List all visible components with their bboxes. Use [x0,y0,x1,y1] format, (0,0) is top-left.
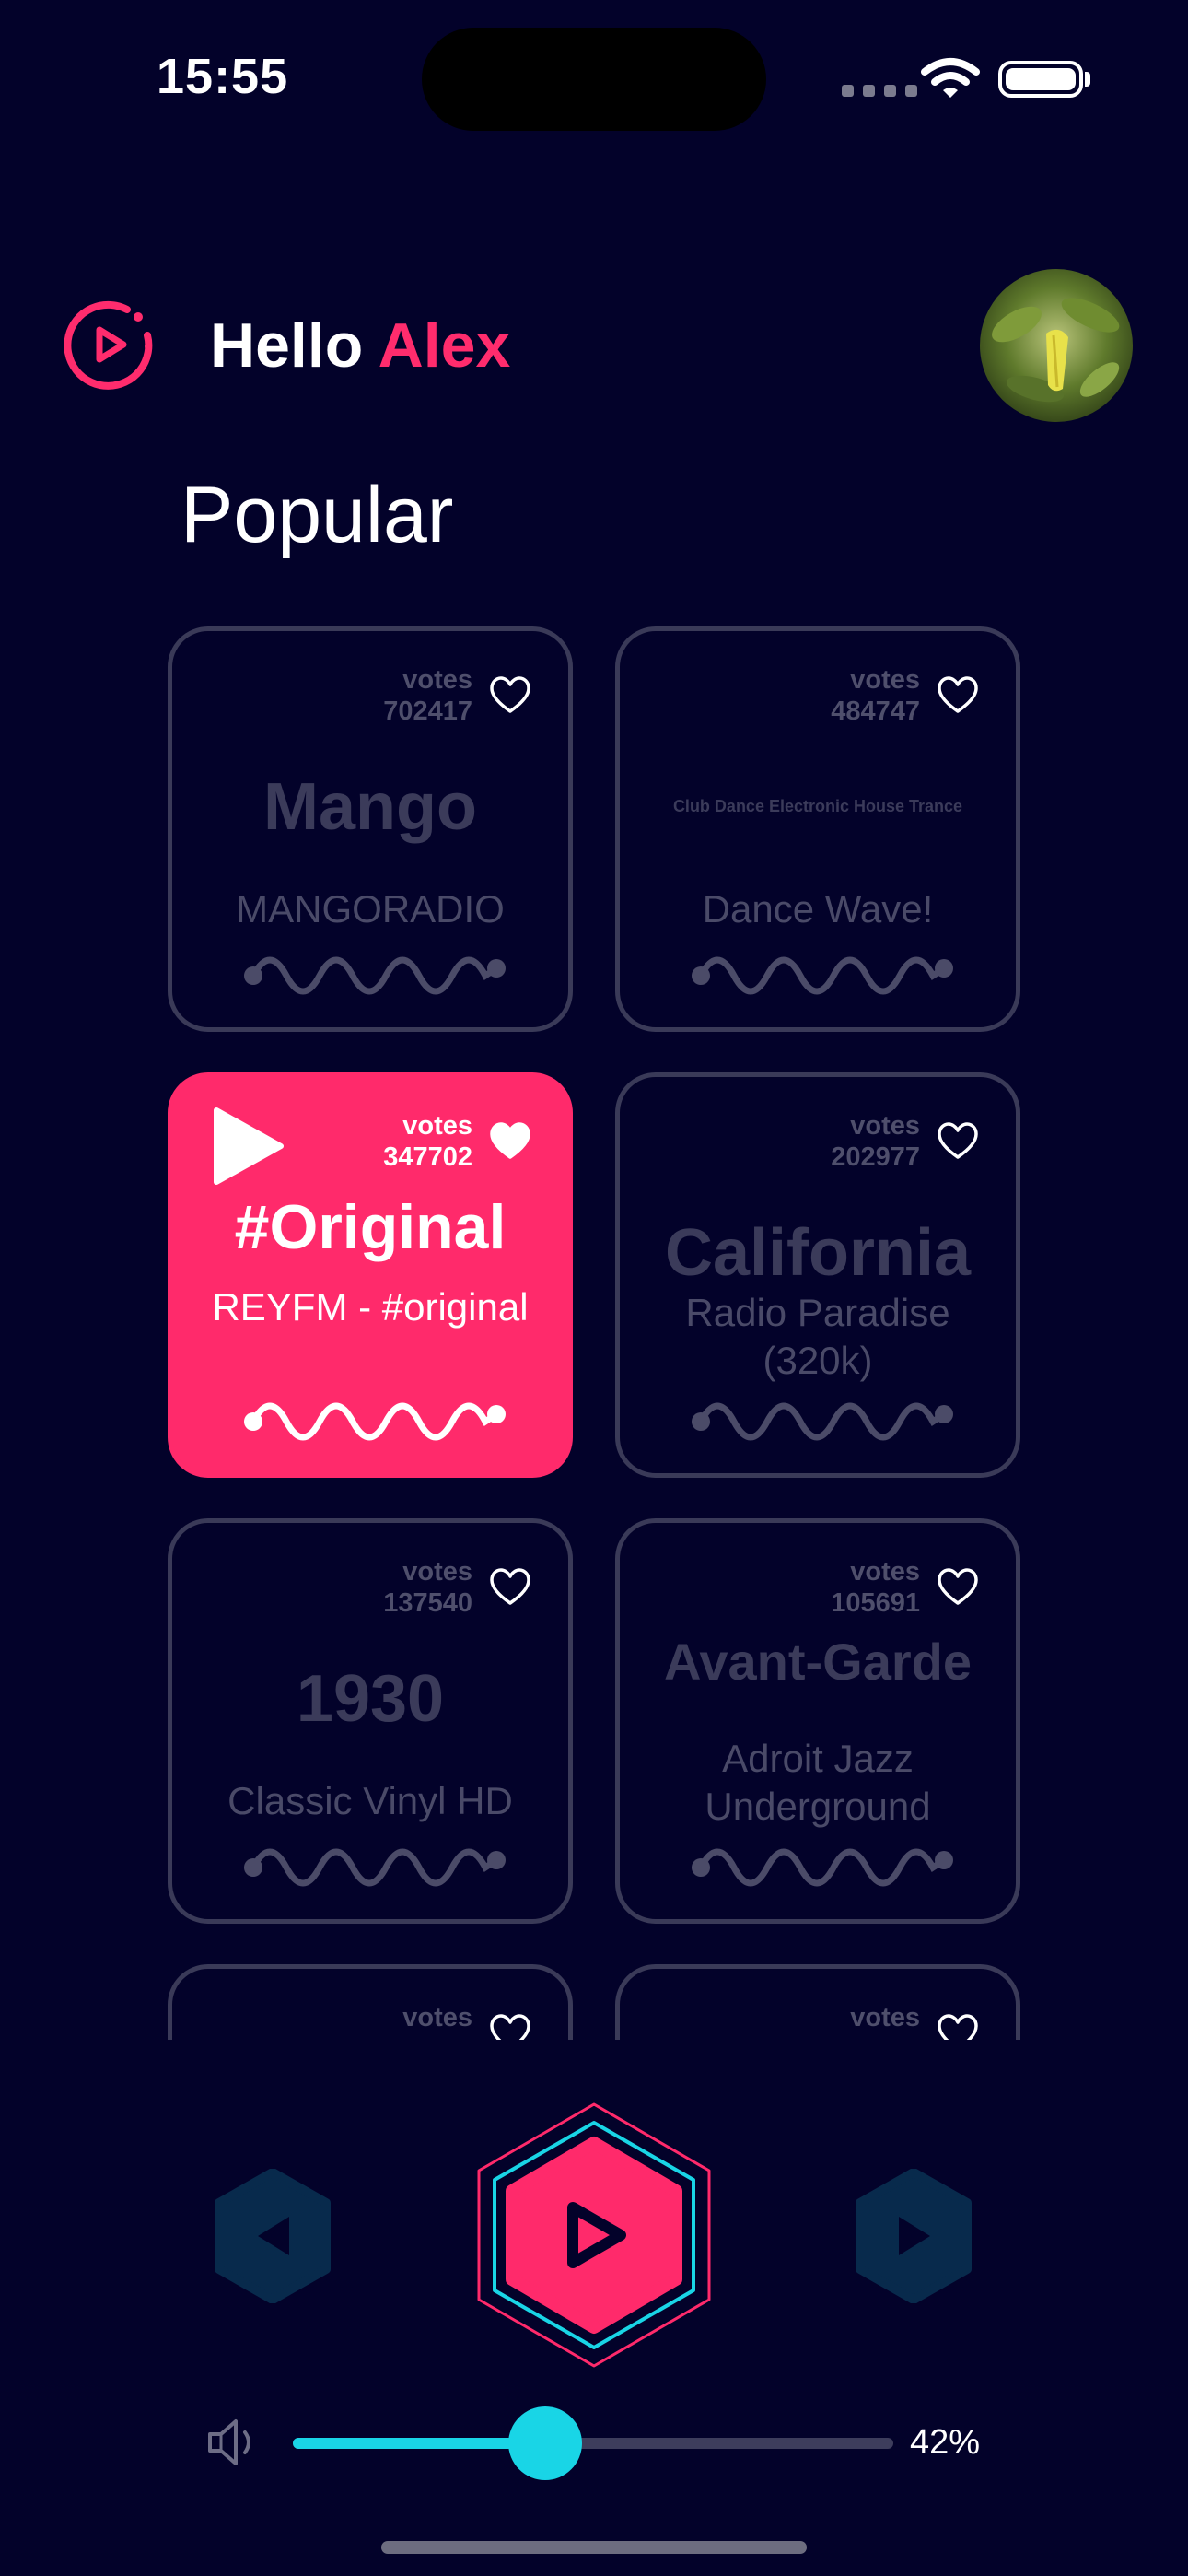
battery-tip [1085,72,1090,87]
votes-count: votes 202977 [831,1111,920,1172]
volume-percentage: 42% [910,2423,981,2462]
station-name: Classic Vinyl HD [227,1779,513,1822]
station-grid: votes 702417 Mango MANGORADIO votes 484747 Clu… [0,626,1188,2040]
station-card[interactable]: votes 137540 1930 Classic Vinyl HD [168,1518,573,1924]
user-name: Alex [378,310,511,381]
play-icon[interactable] [209,1105,286,1188]
station-name: Dance Wave! [702,887,934,931]
station-card[interactable]: votes 202977 California Radio Paradise (320… [615,1072,1020,1478]
station-name: MANGORADIO [236,887,505,931]
votes-count: votes 347702 [383,1111,472,1172]
cellular-signal-icon [842,85,917,97]
waveform-icon [692,1848,953,1887]
station-name: Adroit Jazz Underground [705,1737,931,1828]
volume-slider-fill [293,2438,545,2449]
previous-button[interactable] [212,2169,333,2303]
wifi-icon [921,58,980,98]
dynamic-island [422,28,766,131]
station-genre: Avant-Garde [663,1633,972,1691]
station-name: Radio Paradise (320k) [685,1291,950,1382]
waveform-icon [244,956,506,995]
waveform-icon [692,956,953,995]
station-genre: 1930 [296,1662,445,1736]
station-genre: #Original [234,1192,507,1262]
greeting-text: Hello Alex [210,310,510,381]
votes-count: votes 702417 [383,665,472,726]
next-button[interactable] [853,2169,974,2303]
votes-count: votes [402,2003,472,2032]
heart-icon[interactable] [489,675,531,714]
station-genre: Mango [263,770,477,844]
greeting-word: Hello [210,310,364,381]
votes-count: votes 105691 [831,1557,920,1618]
votes-count: votes 484747 [831,665,920,726]
speaker-icon[interactable] [204,2416,260,2469]
station-name: REYFM - #original [212,1285,529,1329]
heart-icon[interactable] [937,675,979,714]
station-card[interactable]: votes 105691 Avant-Garde Adroit Jazz Underg… [615,1518,1020,1924]
heart-icon[interactable] [937,1567,979,1606]
home-indicator [381,2541,807,2554]
station-card[interactable]: votes 484747 Club Dance Electronic House T… [615,626,1020,1032]
waveform-icon [244,1848,506,1887]
heart-icon[interactable] [937,1121,979,1160]
avatar-photo [980,269,1133,422]
votes-count: votes [850,2003,920,2032]
waveform-icon [692,1402,953,1441]
station-card[interactable]: votes 702417 Mango MANGORADIO [168,626,573,1032]
section-title: Popular [181,471,454,559]
station-card[interactable]: votes [615,1964,1020,2040]
heart-icon[interactable] [489,2013,531,2040]
station-card[interactable]: votes 347702 #Original REYFM - #original [168,1072,573,1478]
play-button[interactable] [470,2099,718,2371]
avatar[interactable] [980,269,1133,422]
volume-slider-knob[interactable] [507,2406,582,2480]
waveform-icon [244,1402,506,1441]
station-genre: California [664,1216,972,1290]
station-genre: Club Dance Electronic House Trance [672,797,963,815]
votes-count: votes 137540 [383,1557,472,1618]
battery-icon [998,61,1083,98]
heart-icon[interactable] [937,2013,979,2040]
station-card[interactable]: votes [168,1964,573,2040]
play-circle-icon[interactable] [61,297,157,392]
heart-icon[interactable] [489,1121,531,1160]
heart-icon[interactable] [489,1567,531,1606]
status-time: 15:55 [157,49,289,104]
